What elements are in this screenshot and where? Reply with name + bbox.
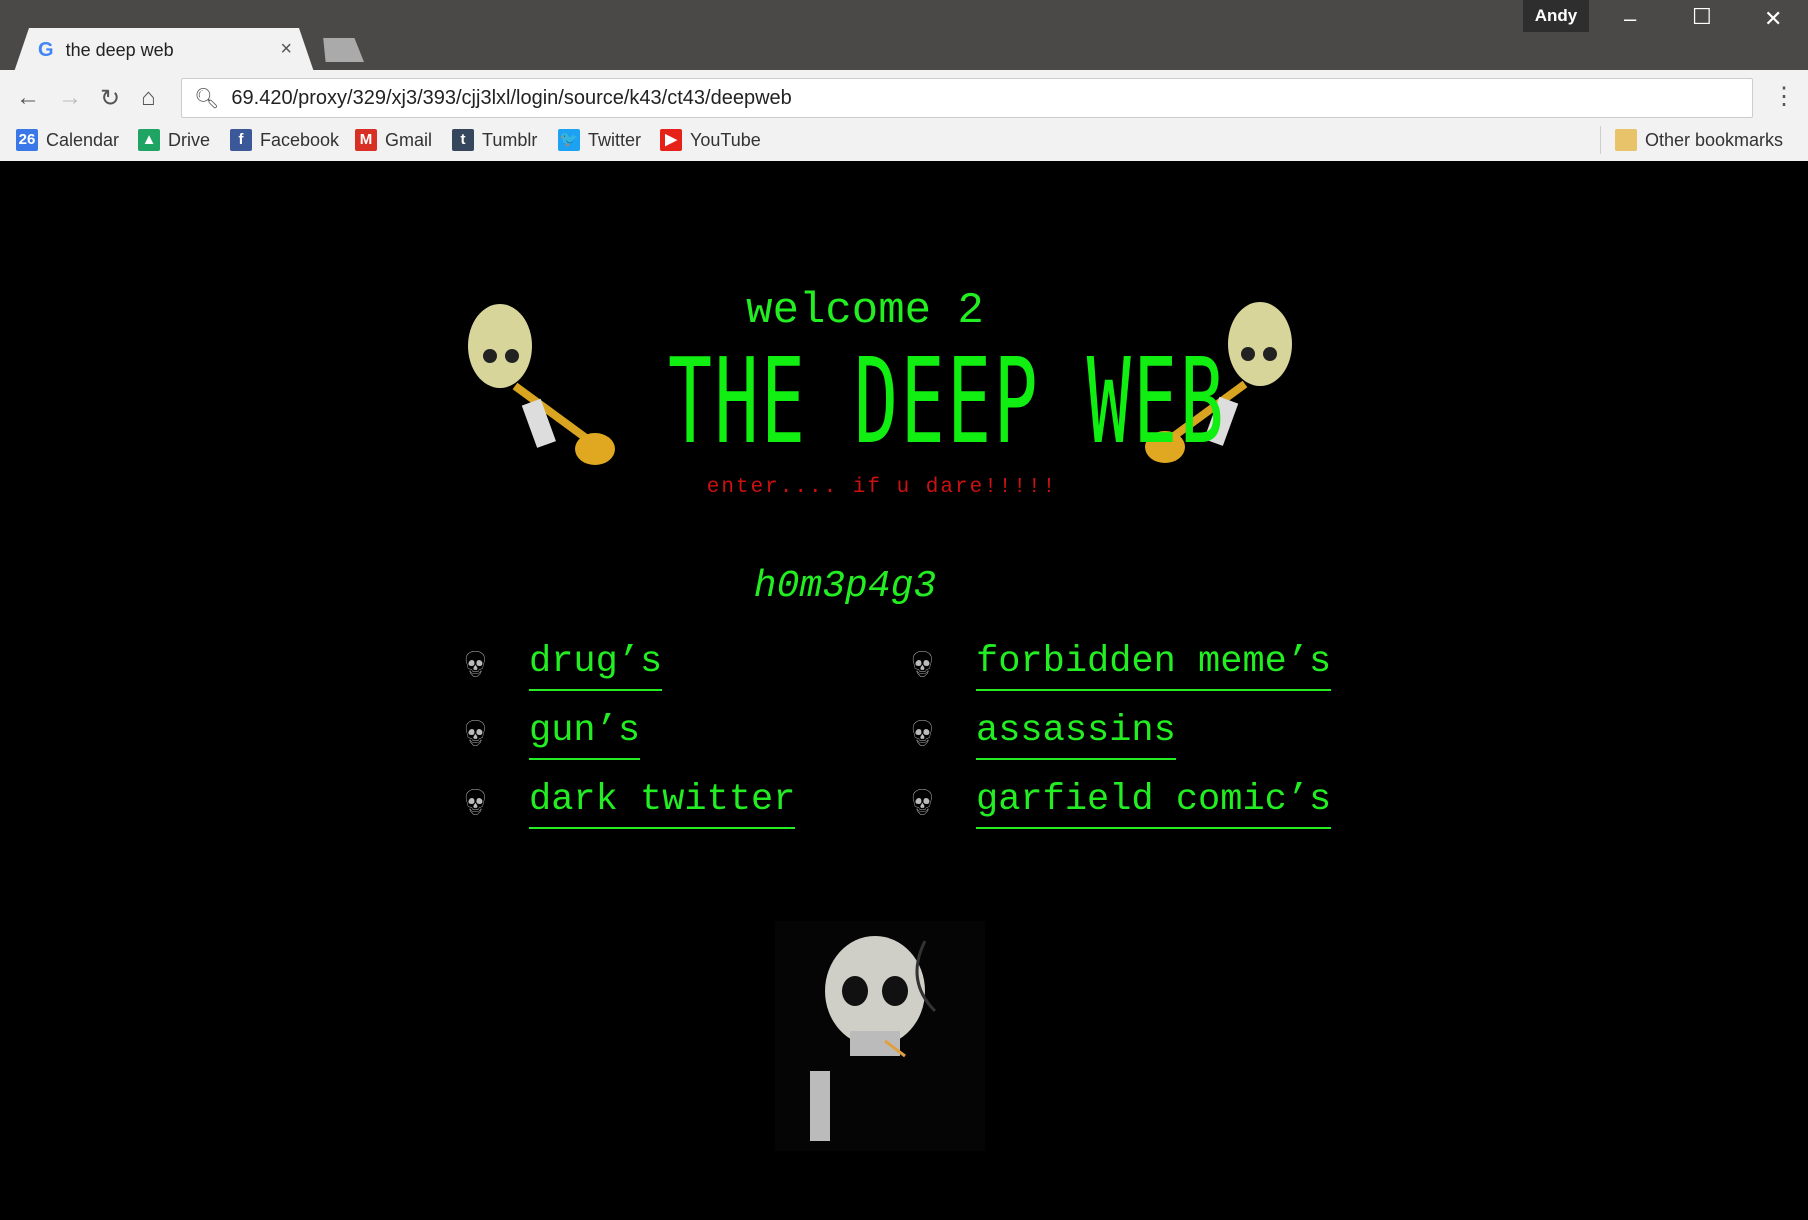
nav-link[interactable]: garfield comic’s (976, 779, 1332, 829)
skull-icon: 💀︎ (912, 713, 933, 759)
nav-link[interactable]: dark twitter (529, 779, 796, 829)
bookmark-youtube[interactable]: ▶ YouTube (660, 126, 761, 154)
nav-link-item: 💀︎ forbidden meme’s (912, 641, 1332, 691)
nav-link[interactable]: assassins (976, 710, 1176, 760)
bookmark-label: Facebook (260, 129, 340, 150)
search-icon: 🔍︎ (194, 87, 220, 110)
profile-button[interactable]: Andy (1523, 0, 1589, 32)
minimize-icon[interactable]: – (1624, 6, 1636, 32)
welcome-heading: welcome 2 (746, 286, 984, 336)
skull-icon: 💀︎ (465, 713, 486, 759)
tumblr-icon: t (452, 129, 474, 151)
bookmark-label: Calendar (46, 129, 120, 150)
new-tab-button[interactable] (323, 38, 364, 62)
back-icon[interactable]: ← (16, 84, 40, 112)
bookmark-facebook[interactable]: f Facebook (230, 126, 339, 154)
other-bookmarks[interactable]: Other bookmarks (1600, 126, 1783, 154)
skull-icon: 💀︎ (912, 782, 933, 828)
page-title: THE DEEP WEB (668, 332, 1227, 470)
bookmark-label: Twitter (588, 129, 642, 150)
bookmark-gmail[interactable]: M Gmail (355, 126, 432, 154)
youtube-icon: ▶ (660, 129, 682, 151)
nav-link[interactable]: gun’s (529, 710, 641, 760)
menu-icon[interactable]: ⋮ (1772, 82, 1796, 111)
bookmark-twitter[interactable]: 🐦 Twitter (558, 126, 641, 154)
skull-icon: 💀︎ (465, 644, 486, 690)
calendar-icon: 26 (16, 129, 38, 151)
nav-link-item: 💀︎ gun’s (465, 710, 641, 760)
maximize-icon[interactable]: ☐ (1692, 4, 1712, 30)
reload-icon[interactable]: ↻ (100, 84, 120, 113)
google-favicon-icon: G (38, 38, 54, 61)
page-content: welcome 2 THE DEEP WEB enter.... if u da… (0, 161, 1808, 1220)
gmail-icon: M (355, 129, 377, 151)
tab-title: the deep web (65, 39, 174, 60)
url-text: 69.420/proxy/329/xj3/393/cjj3lxl/login/s… (231, 86, 792, 109)
forward-icon[interactable]: → (58, 84, 82, 112)
other-bookmarks-label: Other bookmarks (1645, 129, 1784, 150)
twitter-icon: 🐦 (558, 129, 580, 151)
nav-link-item: 💀︎ dark twitter (465, 779, 796, 829)
tab-close-button[interactable]: × (280, 38, 292, 61)
facebook-icon: f (230, 129, 252, 151)
bookmark-label: Tumblr (482, 129, 538, 150)
nav-link-item: 💀︎ drug’s (465, 641, 663, 691)
drive-icon: ▲ (138, 129, 160, 151)
bookmark-label: Gmail (385, 129, 433, 150)
skull-icon: 💀︎ (465, 782, 486, 828)
folder-icon (1615, 129, 1637, 151)
nav-link-item: 💀︎ assassins (912, 710, 1176, 760)
address-bar[interactable]: 🔍︎ 69.420/proxy/329/xj3/393/cjj3lxl/logi… (181, 78, 1753, 118)
nav-link[interactable]: forbidden meme’s (976, 641, 1332, 691)
close-window-icon[interactable]: ✕ (1764, 6, 1782, 32)
bookmark-tumblr[interactable]: t Tumblr (452, 126, 537, 154)
bookmark-label: Drive (168, 129, 211, 150)
tagline: enter.... if u dare!!!!! (706, 476, 1058, 499)
home-icon[interactable]: ⌂ (141, 84, 156, 112)
title-bar: G the deep web × Andy – ☐ ✕ (0, 0, 1808, 72)
skull-icon: 💀︎ (912, 644, 933, 690)
bookmark-label: YouTube (690, 129, 761, 150)
homepage-heading: h0m3p4g3 (753, 565, 937, 608)
tab-the-deep-web[interactable]: G the deep web × (14, 28, 314, 72)
nav-link[interactable]: drug’s (529, 641, 663, 691)
nav-link-item: 💀︎ garfield comic’s (912, 779, 1332, 829)
smoking-skeleton-image (775, 921, 985, 1151)
bookmark-calendar[interactable]: 26 Calendar (16, 126, 119, 154)
bookmark-drive[interactable]: ▲ Drive (138, 126, 210, 154)
